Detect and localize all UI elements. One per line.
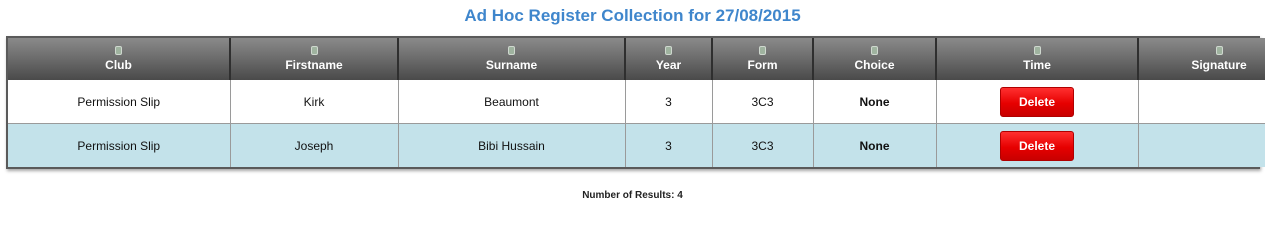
bin-icon [1033, 46, 1041, 55]
delete-button[interactable]: Delete [1000, 86, 1074, 117]
table-row: Permission Slip Kirk Beaumont 3 3C3 None… [8, 80, 1265, 124]
table-row: Permission Slip Joseph Bibi Hussain 3 3C… [8, 123, 1265, 167]
delete-button[interactable]: Delete [1000, 130, 1074, 161]
column-header-signature[interactable]: Signature [1137, 38, 1265, 80]
column-label: Form [747, 58, 778, 72]
table-header-row: Club Firstname Surname Year Form Choice … [8, 38, 1265, 80]
cell-year: 3 [624, 80, 712, 124]
page-title: Ad Hoc Register Collection for 27/08/201… [464, 6, 801, 25]
column-header-surname[interactable]: Surname [397, 38, 625, 80]
column-label: Firstname [285, 58, 343, 72]
cell-signature [1137, 123, 1265, 167]
results-count: Number of Results: 4 [582, 190, 683, 201]
column-label: Club [105, 58, 132, 72]
cell-signature [1137, 80, 1265, 124]
column-label: Signature [1191, 58, 1247, 72]
bin-icon [310, 46, 318, 55]
column-label: Surname [485, 58, 538, 72]
cell-firstname: Kirk [229, 80, 398, 124]
bin-icon [665, 46, 672, 55]
bin-icon [115, 46, 122, 55]
cell-time: Delete [935, 80, 1138, 124]
column-header-form[interactable]: Form [711, 38, 813, 80]
cell-time: Delete [935, 123, 1138, 167]
column-label: Year [655, 58, 682, 72]
bin-icon [759, 46, 766, 55]
column-header-choice[interactable]: Choice [812, 38, 936, 80]
column-header-year[interactable]: Year [624, 38, 712, 80]
cell-choice: None [812, 80, 936, 124]
cell-form: 3C3 [711, 80, 813, 124]
bin-icon [1215, 46, 1223, 55]
column-header-time[interactable]: Time [935, 38, 1138, 80]
column-label: Choice [854, 58, 895, 72]
cell-choice: None [812, 123, 936, 167]
column-label: Time [1023, 58, 1051, 72]
bin-icon [508, 46, 515, 55]
bin-icon [871, 46, 878, 55]
cell-year: 3 [624, 123, 712, 167]
register-table: Club Firstname Surname Year Form Choice … [6, 36, 1265, 169]
column-header-club[interactable]: Club [8, 38, 230, 80]
cell-club: Permission Slip [8, 80, 230, 124]
cell-club: Permission Slip [8, 123, 230, 167]
cell-firstname: Joseph [229, 123, 398, 167]
column-header-firstname[interactable]: Firstname [229, 38, 398, 80]
cell-surname: Bibi Hussain [397, 123, 625, 167]
cell-surname: Beaumont [397, 80, 625, 124]
cell-form: 3C3 [711, 123, 813, 167]
